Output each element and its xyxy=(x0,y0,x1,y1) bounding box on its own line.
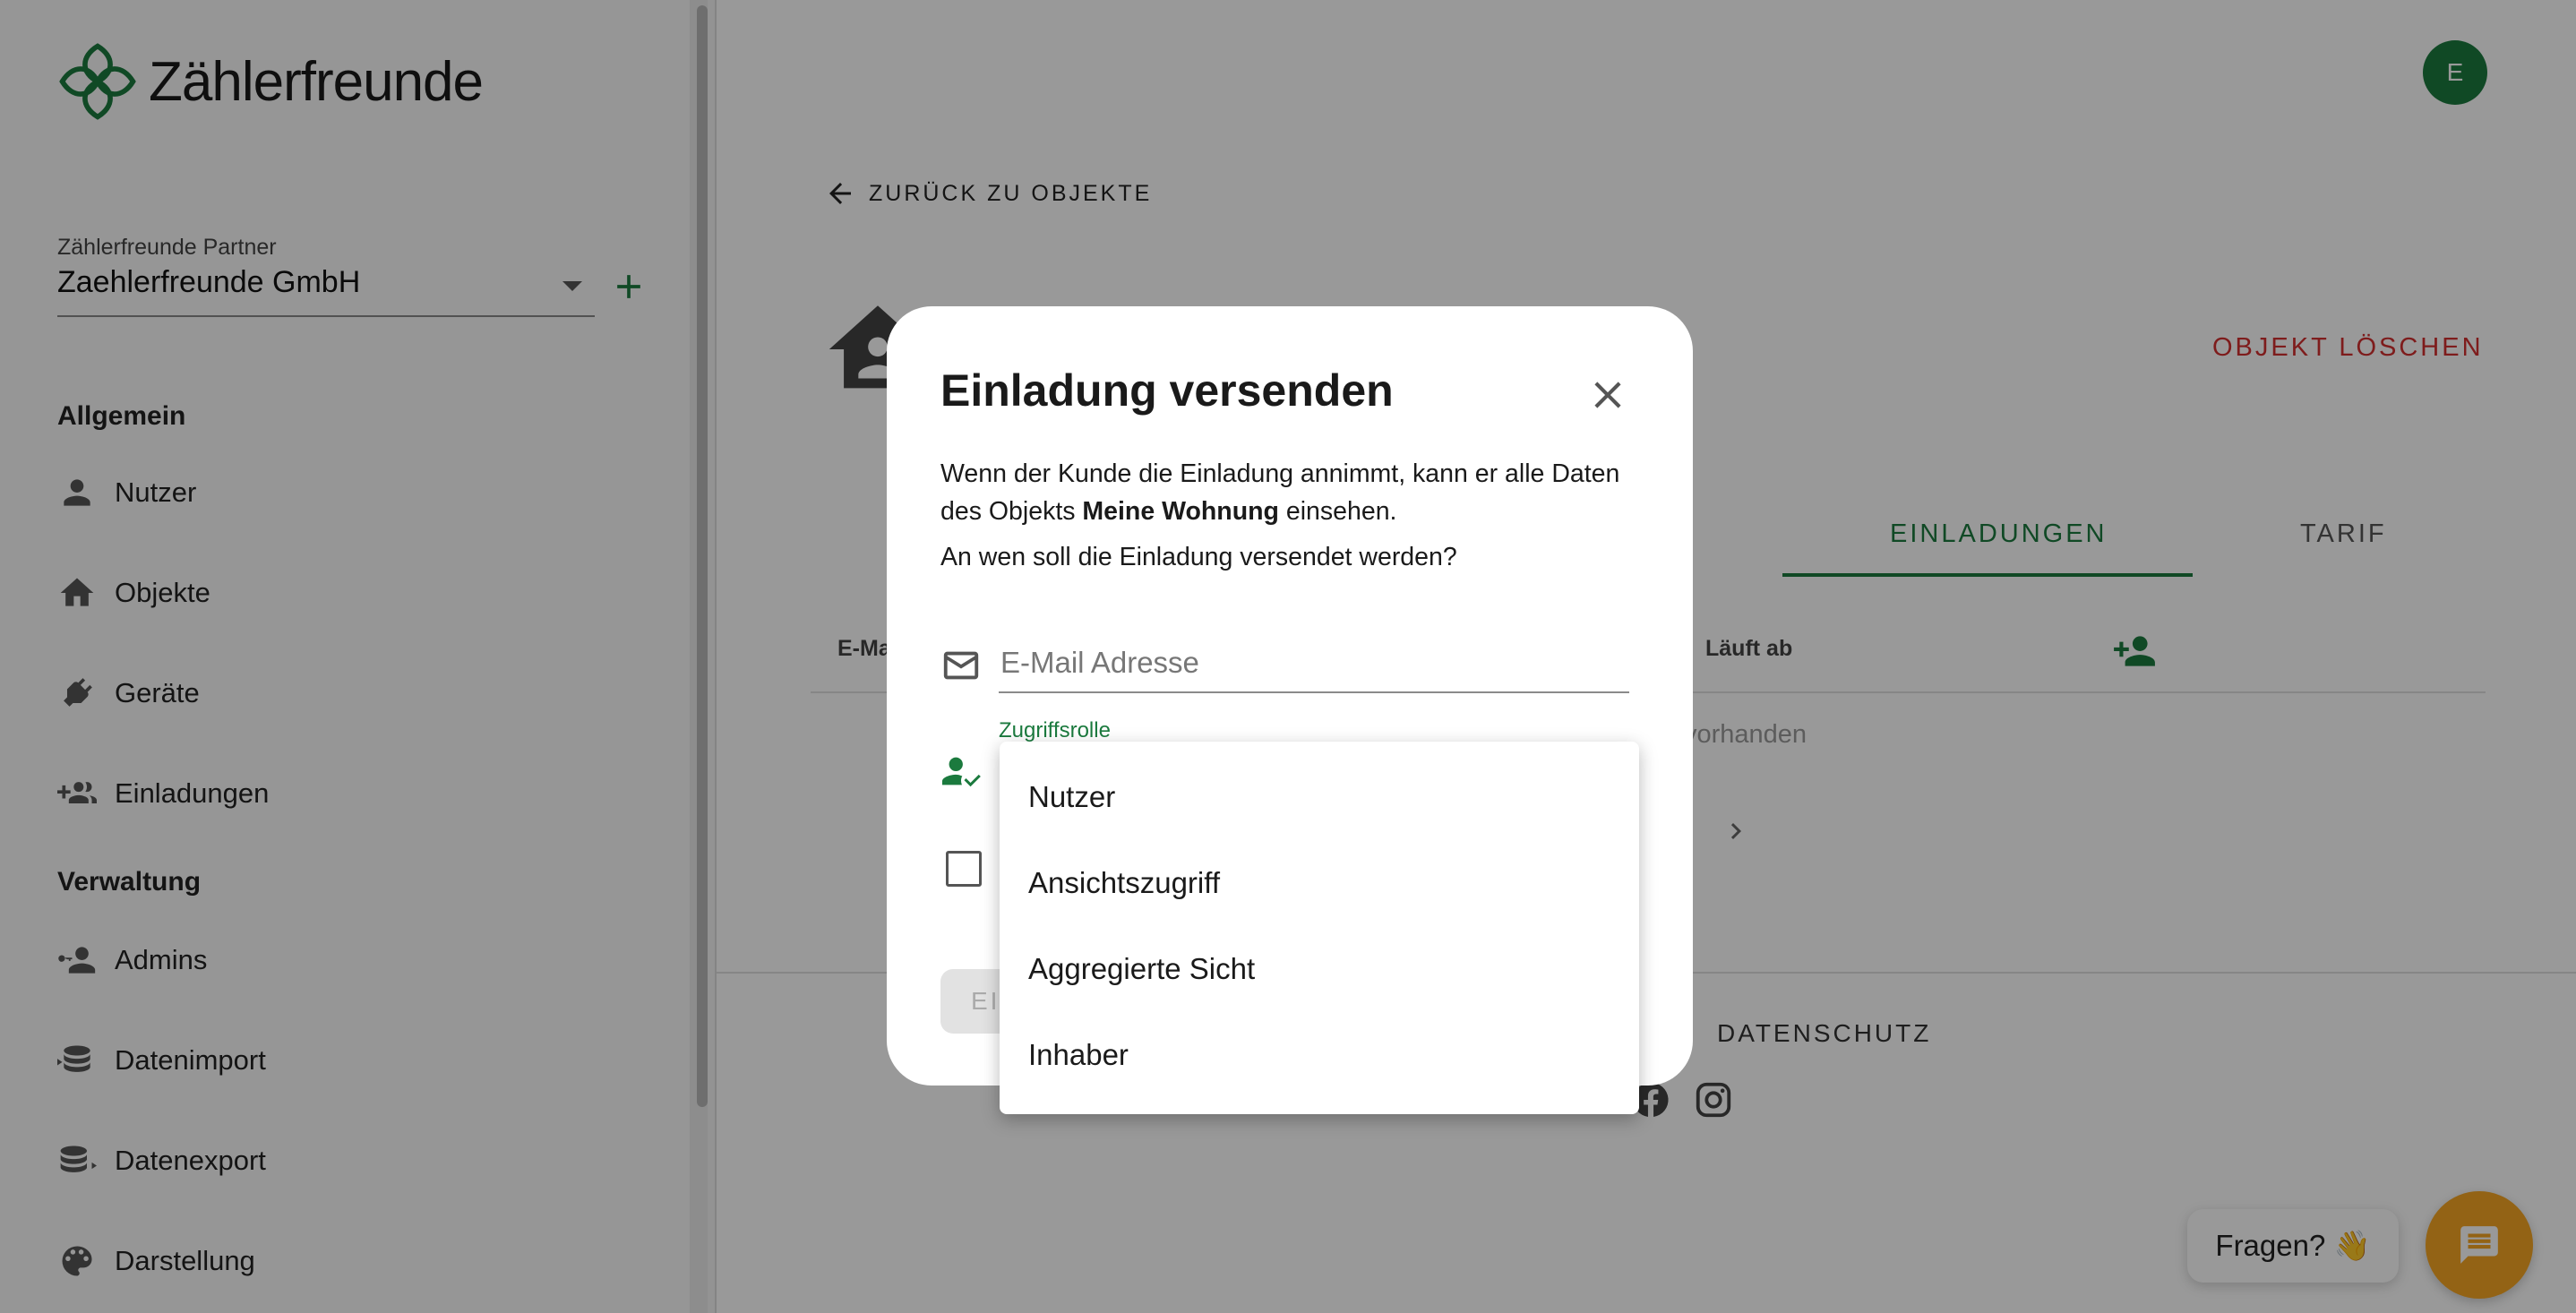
dialog-description-end: einsehen. xyxy=(1278,497,1397,526)
dialog-description: Wenn der Kunde die Einladung annimmt, ka… xyxy=(940,455,1639,530)
role-option-ansichtszugriff[interactable]: Ansichtszugriff xyxy=(1000,840,1639,926)
dialog-object-name: Meine Wohnung xyxy=(1082,497,1279,526)
role-option-inhaber[interactable]: Inhaber xyxy=(1000,1012,1639,1098)
mail-icon xyxy=(943,651,979,680)
role-option-nutzer[interactable]: Nutzer xyxy=(1000,754,1639,840)
option-checkbox[interactable] xyxy=(946,851,982,887)
role-select-label: Zugriffsrolle xyxy=(999,718,1111,742)
dialog-question: An wen soll die Einladung versendet werd… xyxy=(940,543,1457,571)
dialog-title: Einladung versenden xyxy=(940,365,1394,416)
person-check-icon xyxy=(941,757,981,787)
role-option-aggregierte-sicht[interactable]: Aggregierte Sicht xyxy=(1000,926,1639,1012)
close-icon[interactable] xyxy=(1585,373,1630,417)
role-dropdown-menu: Nutzer Ansichtszugriff Aggregierte Sicht… xyxy=(1000,742,1639,1114)
email-field[interactable] xyxy=(999,632,1633,693)
email-input[interactable] xyxy=(999,632,1633,693)
